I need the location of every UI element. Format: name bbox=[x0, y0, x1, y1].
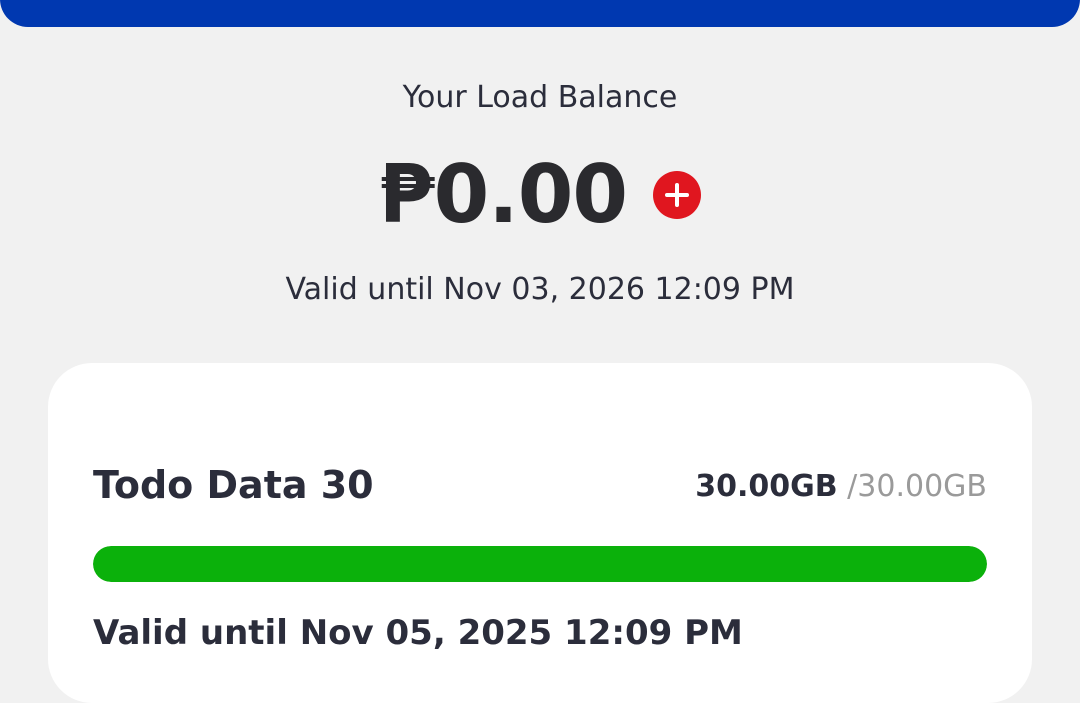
data-total: 30.00GB bbox=[857, 469, 987, 504]
load-balance-label: Your Load Balance bbox=[402, 80, 678, 115]
top-app-bar bbox=[0, 0, 1080, 27]
load-balance-amount: ₱0.00 bbox=[378, 148, 628, 241]
promo-data-usage: 30.00GB /30.00GB bbox=[695, 469, 987, 504]
data-progress-fill bbox=[93, 546, 987, 582]
data-progress-bar bbox=[93, 546, 987, 582]
data-remaining: 30.00GB bbox=[695, 469, 838, 504]
load-balance-validity: Valid until Nov 03, 2026 12:09 PM bbox=[285, 272, 795, 307]
load-balance-row: ₱0.00 bbox=[0, 145, 1080, 245]
usage-separator: / bbox=[847, 469, 858, 504]
add-load-button[interactable] bbox=[653, 171, 702, 219]
promo-card[interactable]: Todo Data 30 30.00GB /30.00GB Valid unti… bbox=[48, 363, 1032, 703]
promo-name: Todo Data 30 bbox=[93, 463, 374, 507]
promo-validity: Valid until Nov 05, 2025 12:09 PM bbox=[93, 613, 743, 653]
